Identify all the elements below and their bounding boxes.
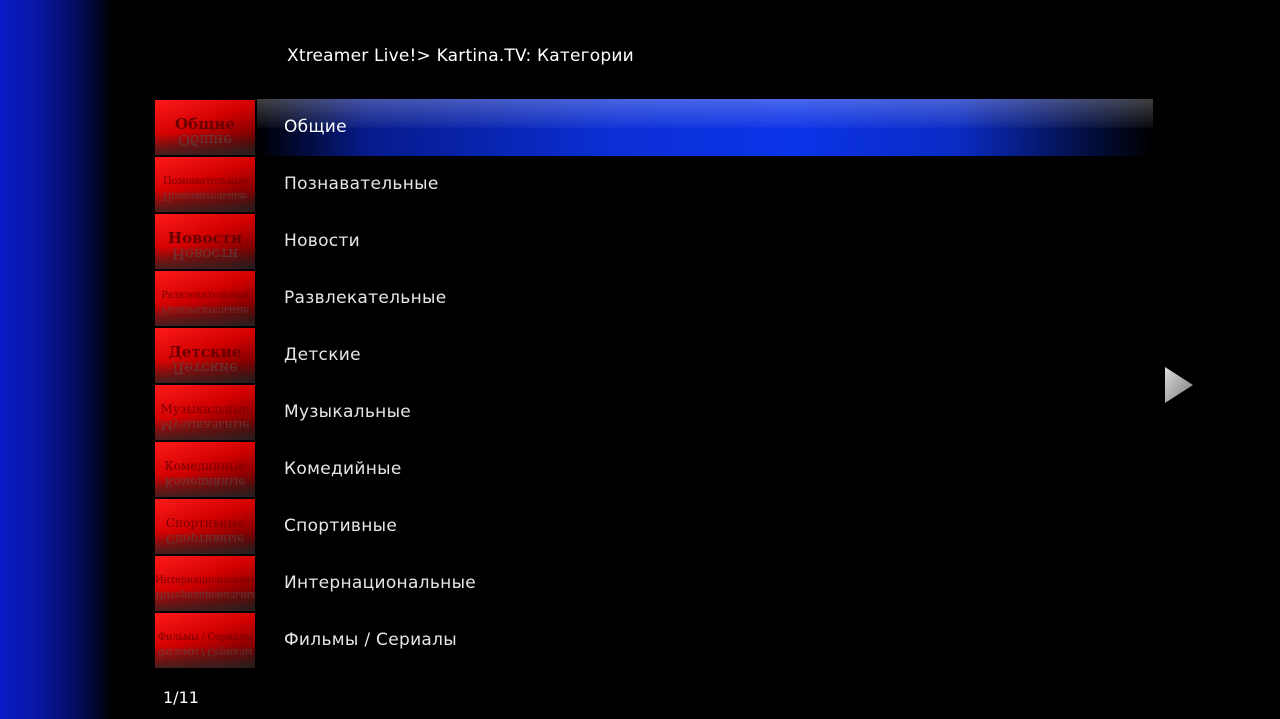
category-menu: Общие Общие Общие Познавательные Познаватель… [155,99,1155,669]
breadcrumb: Xtreamer Live!> Kartina.TV: Категории [287,46,634,66]
thumbnail-text: Спортивные [165,516,245,530]
category-thumbnail: Интернациональные Интернациональные [155,556,255,611]
thumbnail-reflection: Новости [171,245,239,263]
thumbnail-reflection: Детские [171,359,239,377]
category-item[interactable]: Музыкальные Музыкальные Музыкальные [155,384,1155,441]
category-thumbnail: Познавательные Познавательные [155,157,255,212]
thumbnail-reflection: Развлекательные [161,304,249,315]
breadcrumb-path: Xtreamer Live!> Kartina.TV: [287,46,537,66]
category-label: Развлекательные [284,288,447,308]
category-item[interactable]: Познавательные Познавательные Познавательн… [155,156,1155,213]
category-label: Музыкальные [284,402,412,422]
thumbnail-text: Познавательные [162,176,247,187]
thumbnail-text: Интернациональные [155,575,255,586]
category-item[interactable]: Интернациональные Интернациональные Интерн… [155,555,1155,612]
thumbnail-text: Комедийные [164,459,246,473]
category-label: Комедийные [284,459,402,479]
thumbnail-reflection: Музыкальные [160,418,250,432]
category-label: Новости [284,231,361,251]
selection-highlight [257,99,1153,156]
category-item[interactable]: Общие Общие Общие [155,99,1155,156]
category-thumbnail: Фильмы / Сериалы Фильмы / Сериалы [155,613,255,668]
category-item[interactable]: Спортивные Спортивные Спортивные [155,498,1155,555]
page-counter: 1/11 [163,688,199,707]
category-label: Общие [284,117,347,137]
category-item[interactable]: Комедийные Комедийные Комедийные [155,441,1155,498]
thumbnail-reflection: Познавательные [162,190,247,201]
category-item[interactable]: Новости Новости Новости [155,213,1155,270]
thumbnail-reflection: Комедийные [164,475,246,489]
left-gradient-panel [0,0,112,719]
category-label: Фильмы / Сериалы [284,630,458,650]
category-thumbnail: Спортивные Спортивные [155,499,255,554]
thumbnail-reflection: Спортивные [165,532,245,546]
category-label: Познавательные [284,174,439,194]
thumbnail-text: Развлекательные [161,290,249,301]
category-item[interactable]: Фильмы / Сериалы Фильмы / Сериалы Фильмы /… [155,612,1155,669]
category-item[interactable]: Детские Детские Детские [155,327,1155,384]
category-thumbnail: Новости Новости [155,214,255,269]
next-page-arrow-icon[interactable] [1163,365,1195,405]
category-thumbnail: Комедийные Комедийные [155,442,255,497]
category-thumbnail: Развлекательные Развлекательные [155,271,255,326]
category-thumbnail: Музыкальные Музыкальные [155,385,255,440]
category-label: Интернациональные [284,573,477,593]
category-label: Детские [284,345,361,365]
thumbnail-text: Фильмы / Сериалы [157,632,253,643]
category-thumbnail: Общие Общие [155,100,255,155]
category-label: Спортивные [284,516,398,536]
category-item[interactable]: Развлекательные Развлекательные Развлекате… [155,270,1155,327]
thumbnail-reflection: Интернациональные [155,589,255,600]
category-thumbnail: Детские Детские [155,328,255,383]
thumbnail-text: Музыкальные [160,402,250,416]
thumbnail-reflection: Общие [177,131,233,149]
thumbnail-reflection: Фильмы / Сериалы [157,646,253,657]
breadcrumb-current: Категории [537,46,634,66]
